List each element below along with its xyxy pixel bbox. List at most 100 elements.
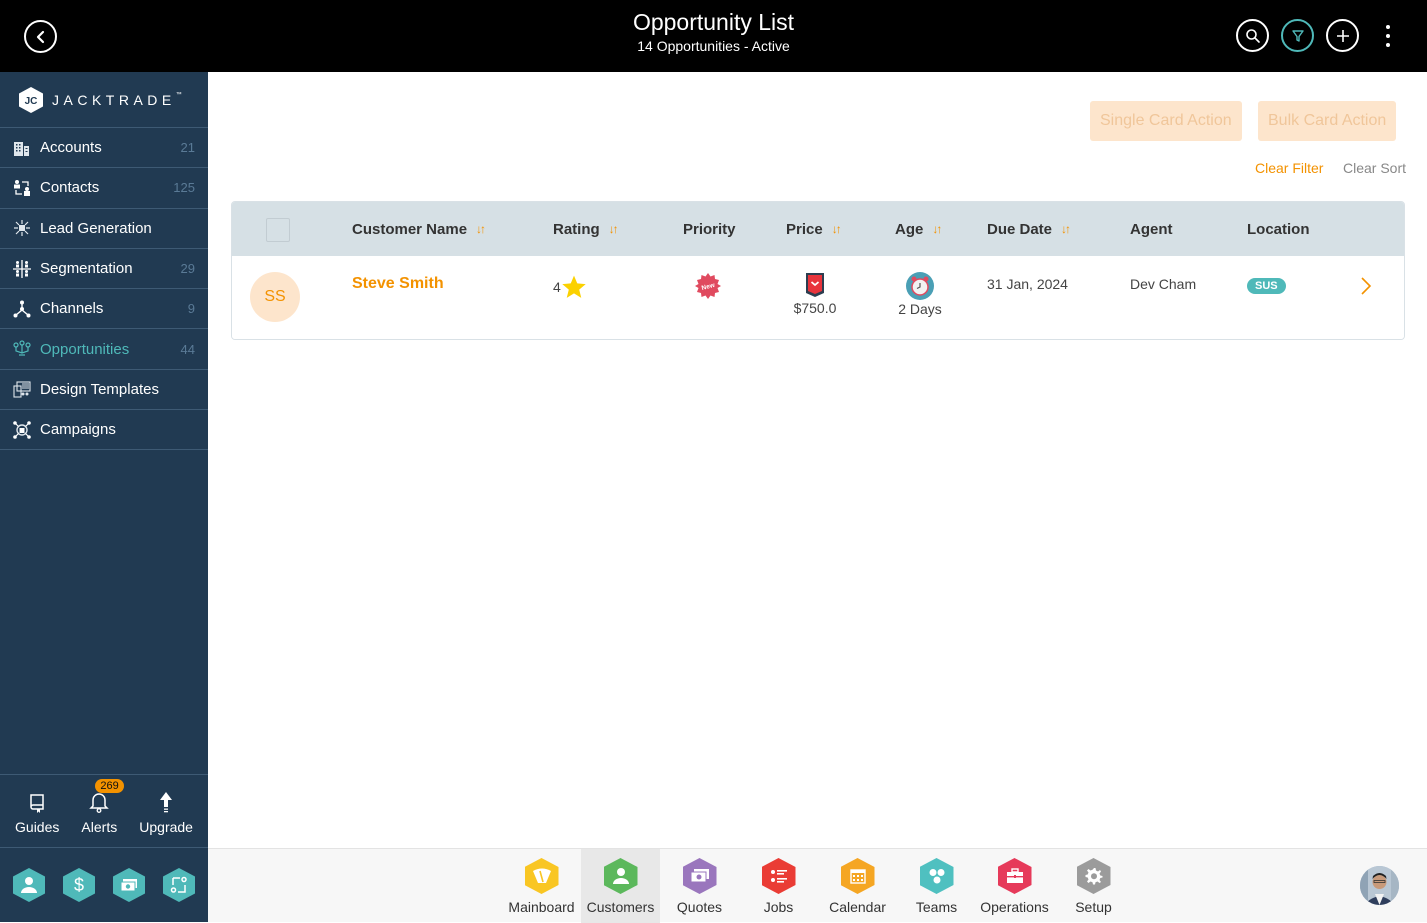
column-customer-name[interactable]: Customer Name ↓↑ (352, 202, 486, 256)
price-value: $750.0 (793, 300, 837, 316)
app-tab-label: Mainboard (508, 899, 575, 915)
sidebar-item-accounts[interactable]: Accounts 21 (0, 128, 208, 169)
filter-button[interactable] (1281, 19, 1314, 52)
sidebar-item-label: Channels (40, 300, 104, 318)
column-price[interactable]: Price ↓↑ (786, 202, 842, 256)
app-tab-label: Teams (915, 899, 958, 915)
sidebar-item-lead-generation[interactable]: Lead Generation (0, 209, 208, 249)
sort-icon[interactable]: ↓↑ (1061, 222, 1071, 236)
upgrade-label: Upgrade (139, 819, 193, 835)
alerts-label: Alerts (81, 819, 118, 835)
header-actions (1236, 19, 1397, 52)
table-row[interactable]: SS Steve Smith 4 New $750.0 2 Days 31 Ja… (232, 256, 1404, 339)
add-icon (1336, 29, 1349, 42)
rating-value: 4 (553, 279, 561, 295)
new-badge-icon: New (695, 273, 721, 299)
sort-icon[interactable]: ↓↑ (932, 222, 942, 236)
sidebar-item-channels[interactable]: Channels 9 (0, 289, 208, 330)
sort-icon[interactable]: ↓↑ (832, 222, 842, 236)
operations-icon (997, 858, 1032, 894)
price-tag-icon (806, 273, 824, 297)
table-header: Customer Name ↓↑ Rating ↓↑ Priority Price ↓… (232, 202, 1404, 256)
app-tab-setup[interactable]: Setup (1054, 849, 1133, 923)
alerts-badge: 269 (95, 779, 124, 793)
app-tab-teams[interactable]: Teams (897, 849, 976, 923)
app-tab-label: Jobs (763, 899, 794, 915)
more-vertical-icon (1386, 24, 1390, 29)
app-tab-operations[interactable]: Operations (975, 849, 1054, 923)
app-tab-calendar[interactable]: Calendar (818, 849, 897, 923)
location-cell: SUS (1247, 276, 1286, 294)
customer-icon (603, 858, 638, 894)
channels-icon (12, 300, 32, 318)
clear-sort-link[interactable]: Clear Sort (1343, 160, 1406, 176)
calendar-icon (840, 858, 875, 894)
jobs-icon (761, 858, 796, 894)
app-tab-label: Operations (980, 899, 1049, 915)
contacts-icon (12, 179, 32, 197)
quick-app-dollar[interactable]: $ (63, 868, 95, 902)
column-label: Priority (683, 220, 736, 238)
user-avatar[interactable] (1360, 866, 1399, 905)
sidebar-item-label: Segmentation (40, 260, 133, 278)
app-tab-customers[interactable]: Customers (581, 849, 660, 923)
app-tab-mainboard[interactable]: Mainboard (502, 849, 581, 923)
add-button[interactable] (1326, 19, 1359, 52)
alarm-clock-icon (906, 272, 934, 300)
more-options-button[interactable] (1379, 19, 1397, 52)
opportunity-table: Customer Name ↓↑ Rating ↓↑ Priority Price ↓… (231, 201, 1405, 340)
column-age[interactable]: Age ↓↑ (895, 202, 942, 256)
sort-icon[interactable]: ↓↑ (609, 222, 619, 236)
brand-name: JACKTRADE™ (52, 92, 182, 108)
bulk-card-action-button[interactable]: Bulk Card Action (1258, 101, 1397, 141)
app-tab-quotes[interactable]: Quotes (660, 849, 739, 923)
sidebar-quick-apps: $ (0, 848, 208, 922)
brand-logo[interactable]: JC JACKTRADE™ (0, 72, 208, 128)
app-tab-label: Quotes (676, 899, 723, 915)
quick-app-quote[interactable] (113, 868, 145, 902)
location-badge: SUS (1247, 278, 1286, 294)
priority-cell: New (695, 273, 721, 302)
lead-generation-icon (12, 219, 32, 237)
sidebar-item-design-templates[interactable]: Design Templates (0, 370, 208, 411)
customer-name[interactable]: Steve Smith (352, 275, 444, 293)
jacktrade-logo-icon: JC (19, 86, 43, 113)
workflow-icon (170, 876, 187, 893)
search-button[interactable] (1236, 19, 1269, 52)
alerts-button[interactable]: 269 Alerts (81, 779, 124, 835)
quick-app-workflow[interactable] (163, 868, 195, 902)
row-open-button[interactable] (1360, 276, 1372, 299)
teams-icon (919, 858, 954, 894)
sidebar-item-opportunities[interactable]: Opportunities 44 (0, 329, 208, 370)
top-bar: Opportunity List 14 Opportunities - Acti… (0, 0, 1427, 72)
sidebar-item-segmentation[interactable]: Segmentation 29 (0, 249, 208, 290)
single-card-action-button[interactable]: Single Card Action (1090, 101, 1242, 141)
sidebar-item-count: 21 (180, 140, 195, 156)
upgrade-button[interactable]: Upgrade (139, 787, 193, 835)
clear-filter-link[interactable]: Clear Filter (1255, 160, 1323, 176)
chevron-right-icon (1361, 277, 1372, 295)
quotes-icon (682, 858, 717, 894)
age-value: 2 Days (898, 301, 942, 317)
column-due-date[interactable]: Due Date ↓↑ (987, 202, 1071, 256)
sidebar-item-campaigns[interactable]: Campaigns (0, 410, 208, 451)
sidebar-item-contacts[interactable]: Contacts 125 (0, 168, 208, 209)
sort-icon[interactable]: ↓↑ (476, 222, 486, 236)
sidebar-item-label: Accounts (40, 139, 102, 157)
campaigns-icon (12, 420, 32, 439)
arrow-up-icon (159, 787, 173, 813)
svg-text:JC: JC (25, 96, 38, 107)
quote-icon (120, 879, 137, 892)
customer-avatar: SS (250, 272, 300, 322)
sidebar-item-label: Contacts (40, 179, 100, 197)
brand-trademark: ™ (175, 91, 182, 98)
select-all-checkbox[interactable] (266, 218, 290, 242)
quick-app-person[interactable] (13, 868, 45, 902)
page-title: Opportunity List (632, 9, 795, 35)
app-tab-jobs[interactable]: Jobs (739, 849, 818, 923)
opportunities-icon (12, 340, 32, 358)
column-rating[interactable]: Rating ↓↑ (553, 202, 619, 256)
gear-icon (1076, 858, 1111, 894)
column-label: Age (895, 220, 924, 238)
guides-button[interactable]: Guides (15, 787, 59, 835)
